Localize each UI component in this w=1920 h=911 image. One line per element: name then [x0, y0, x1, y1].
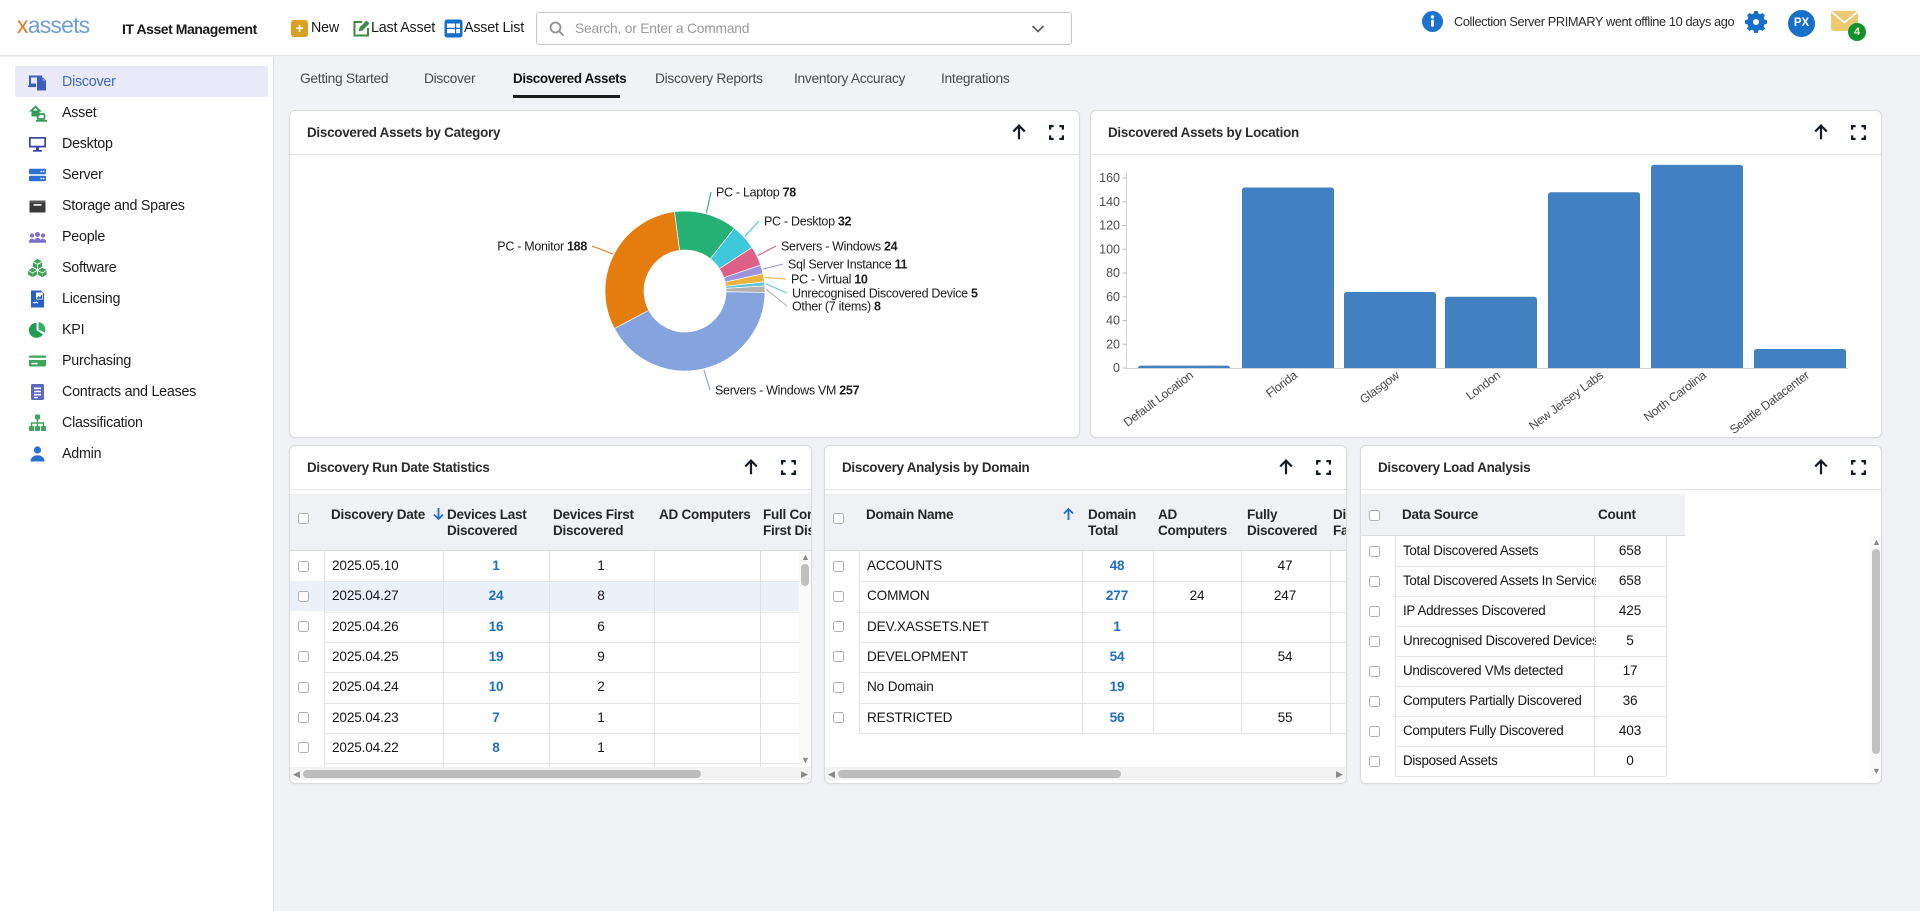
- svg-text:Default Location: Default Location: [1121, 368, 1196, 429]
- svg-text:Florida: Florida: [1263, 368, 1300, 401]
- svg-text:PC - Laptop 78: PC - Laptop 78: [716, 185, 796, 199]
- svg-text:Seattle Datacenter: Seattle Datacenter: [1727, 368, 1812, 437]
- svg-text:Sql Server Instance 11: Sql Server Instance 11: [788, 257, 908, 271]
- svg-text:Glasgow: Glasgow: [1357, 368, 1402, 407]
- svg-text:80: 80: [1106, 266, 1120, 280]
- svg-text:Servers - Windows VM 257: Servers - Windows VM 257: [715, 383, 860, 397]
- svg-text:160: 160: [1099, 171, 1120, 185]
- svg-text:40: 40: [1106, 314, 1120, 328]
- svg-text:100: 100: [1099, 243, 1120, 257]
- svg-text:Unrecognised Discovered Device: Unrecognised Discovered Device 5: [792, 286, 978, 300]
- svg-text:140: 140: [1099, 195, 1120, 209]
- svg-text:New Jersey Labs: New Jersey Labs: [1526, 368, 1606, 433]
- svg-text:PC - Virtual 10: PC - Virtual 10: [791, 272, 868, 286]
- svg-text:PC - Desktop 32: PC - Desktop 32: [764, 214, 852, 228]
- svg-text:Other (7 items) 8: Other (7 items) 8: [792, 299, 881, 313]
- svg-text:Servers - Windows 24: Servers - Windows 24: [781, 239, 898, 253]
- svg-text:120: 120: [1099, 219, 1120, 233]
- svg-text:0: 0: [1113, 361, 1120, 375]
- svg-text:20: 20: [1106, 337, 1120, 351]
- svg-text:London: London: [1463, 368, 1502, 403]
- svg-text:60: 60: [1106, 290, 1120, 304]
- svg-text:PC - Monitor 188: PC - Monitor 188: [497, 239, 587, 253]
- svg-text:North Carolina: North Carolina: [1641, 368, 1709, 424]
